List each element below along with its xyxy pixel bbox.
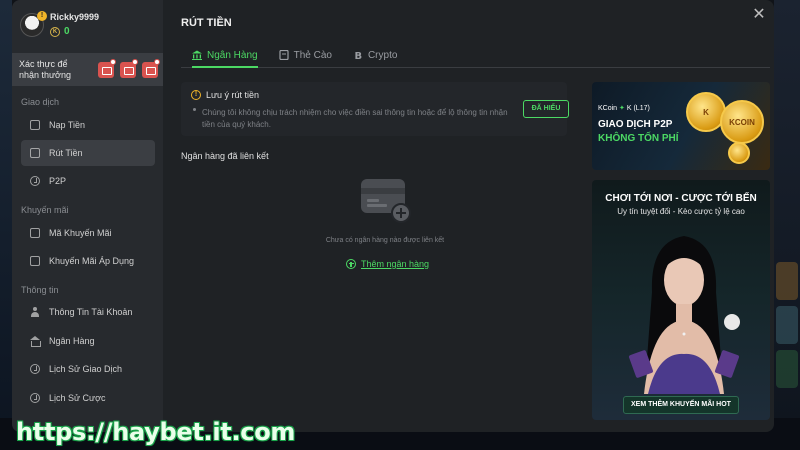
section-label-promotions: Khuyến mãi	[21, 205, 69, 215]
understood-button[interactable]: ĐÃ HIỂU	[523, 100, 569, 118]
banner1-line1: GIAO DỊCH P2P	[598, 119, 673, 130]
sidebar-item-withdraw[interactable]: Rút Tiền	[21, 140, 155, 166]
tab-bank[interactable]: Ngân Hàng	[181, 43, 268, 68]
empty-state-text: Chưa có ngân hàng nào được liên kết	[325, 237, 445, 244]
banner1-line2: KHÔNG TỐN PHÍ	[598, 133, 679, 144]
kcoin-icon: KCOIN	[720, 100, 764, 144]
avatar-badge-icon: !	[37, 10, 47, 21]
sidebar-item-promo-code[interactable]: Mã Khuyến Mãi	[21, 220, 155, 246]
background-thumbnail	[776, 262, 798, 300]
page-title: RÚT TIỀN	[181, 17, 232, 29]
plus-circle-icon	[346, 259, 356, 269]
tab-bar: Ngân Hàng Thẻ Cào B Crypto	[181, 43, 770, 68]
user-icon	[30, 307, 40, 317]
email-icon[interactable]	[120, 59, 138, 78]
withdraw-icon	[30, 148, 40, 158]
kcoin-level: K (L17)	[626, 105, 650, 112]
coin-icon: K	[50, 26, 60, 37]
notice-body: Chúng tôi không chịu trách nhiệm cho việ…	[202, 108, 508, 129]
sidebar-item-label: Rút Tiền	[49, 148, 83, 158]
sidebar-item-label: Lịch Sử Cược	[49, 393, 106, 403]
history-icon	[30, 364, 40, 374]
history-icon	[30, 393, 40, 403]
verify-label: Xác thực để nhận thưởng	[19, 58, 71, 80]
add-bank-label: Thêm ngân hàng	[361, 259, 430, 269]
sidebar-item-label: Nạp Tiền	[49, 120, 86, 130]
background-thumbnail	[776, 306, 798, 344]
tab-label: Thẻ Cào	[293, 49, 332, 61]
sidebar-item-label: Thông Tin Tài Khoản	[49, 307, 133, 317]
section-label-info: Thông tin	[21, 285, 59, 295]
bank-icon	[192, 50, 202, 60]
site-watermark: https://haybet.it.com	[16, 418, 296, 446]
add-bank-link[interactable]: Thêm ngân hàng	[346, 259, 429, 269]
id-card-icon[interactable]	[98, 59, 116, 78]
tab-crypto[interactable]: B Crypto	[342, 43, 407, 67]
avatar[interactable]: !	[20, 10, 47, 37]
sidebar-item-bet-history[interactable]: Lịch Sử Cược	[21, 385, 155, 411]
bank-icon	[30, 336, 41, 347]
model-illustration	[629, 236, 740, 394]
balance: 0	[64, 26, 70, 37]
tab-label: Crypto	[367, 49, 398, 61]
section-label-transactions: Giao dịch	[21, 97, 60, 107]
sidebar-item-account-info[interactable]: Thông Tin Tài Khoản	[21, 299, 155, 325]
username: Rickky9999	[50, 12, 100, 22]
svg-text:B: B	[354, 51, 362, 60]
background-left	[0, 0, 12, 450]
close-icon[interactable]: ✕	[752, 7, 766, 23]
sidebar-item-label: Lịch Sử Giao Dịch	[49, 364, 123, 374]
card-icon	[278, 50, 289, 60]
see-more-promos-button[interactable]: XEM THÊM KHUYẾN MÃI HOT	[623, 396, 739, 414]
sidebar-item-label: Khuyến Mãi Áp Dụng	[49, 256, 135, 266]
background-right	[774, 0, 800, 450]
sidebar-item-p2p[interactable]: P2P	[21, 168, 155, 194]
tab-scratch-card[interactable]: Thẻ Cào	[268, 43, 342, 67]
notice-title: Lưu ý rút tiền	[206, 90, 260, 100]
banner2-line1: CHƠI TỚI NƠI - CƯỢC TỚI BẾN	[605, 193, 757, 204]
betting-promo-banner[interactable]: CHƠI TỚI NƠI - CƯỢC TỚI BẾN Uy tín tuyệt…	[592, 180, 770, 420]
gift-icon	[30, 256, 40, 266]
warning-icon: !	[191, 90, 201, 100]
sidebar-item-deposit[interactable]: Nạp Tiền	[21, 112, 155, 138]
coupon-icon	[30, 228, 40, 238]
sidebar: ! Rickky9999 K 0 Xác thực để nhận thưởng…	[12, 0, 163, 432]
sidebar-item-transaction-history[interactable]: Lịch Sử Giao Dịch	[21, 356, 155, 382]
phone-icon[interactable]	[142, 59, 160, 78]
wallet-icon	[30, 120, 40, 130]
bitcoin-icon: B	[354, 51, 362, 60]
user-info: ! Rickky9999 K 0	[20, 10, 100, 37]
verify-reward-banner[interactable]: Xác thực để nhận thưởng	[12, 53, 163, 86]
sidebar-item-label: P2P	[49, 176, 67, 186]
sidebar-item-applied-promos[interactable]: Khuyến Mãi Áp Dụng	[21, 248, 155, 274]
withdraw-notice: ! Lưu ý rút tiền Chúng tôi không chịu tr…	[181, 82, 569, 136]
linked-banks-title: Ngân hàng đã liên kết	[181, 151, 269, 161]
banner2-line2: Uy tín tuyệt đối - Kèo cược tỷ lệ cao	[617, 207, 745, 216]
empty-card-icon	[361, 179, 411, 223]
kcoin-brand: KCoin	[598, 105, 618, 112]
wallet-modal: ! Rickky9999 K 0 Xác thực để nhận thưởng…	[12, 0, 774, 432]
main-content: RÚT TIỀN ✕ Ngân Hàng Thẻ Cào B Crypto ! …	[163, 0, 774, 432]
bullet	[193, 108, 196, 111]
p2p-promo-banner[interactable]: KCoin ✦ K (L17) GIAO DỊCH P2P KHÔNG TỐN …	[592, 82, 770, 170]
sidebar-item-label: Mã Khuyến Mãi	[49, 228, 112, 238]
small-coin-icon	[728, 142, 750, 164]
sidebar-item-label: Ngân Hàng	[49, 336, 95, 346]
tab-label: Ngân Hàng	[207, 49, 258, 61]
sidebar-item-bank[interactable]: Ngân Hàng	[21, 328, 155, 354]
background-thumbnail	[776, 350, 798, 388]
p2p-icon	[30, 176, 40, 186]
